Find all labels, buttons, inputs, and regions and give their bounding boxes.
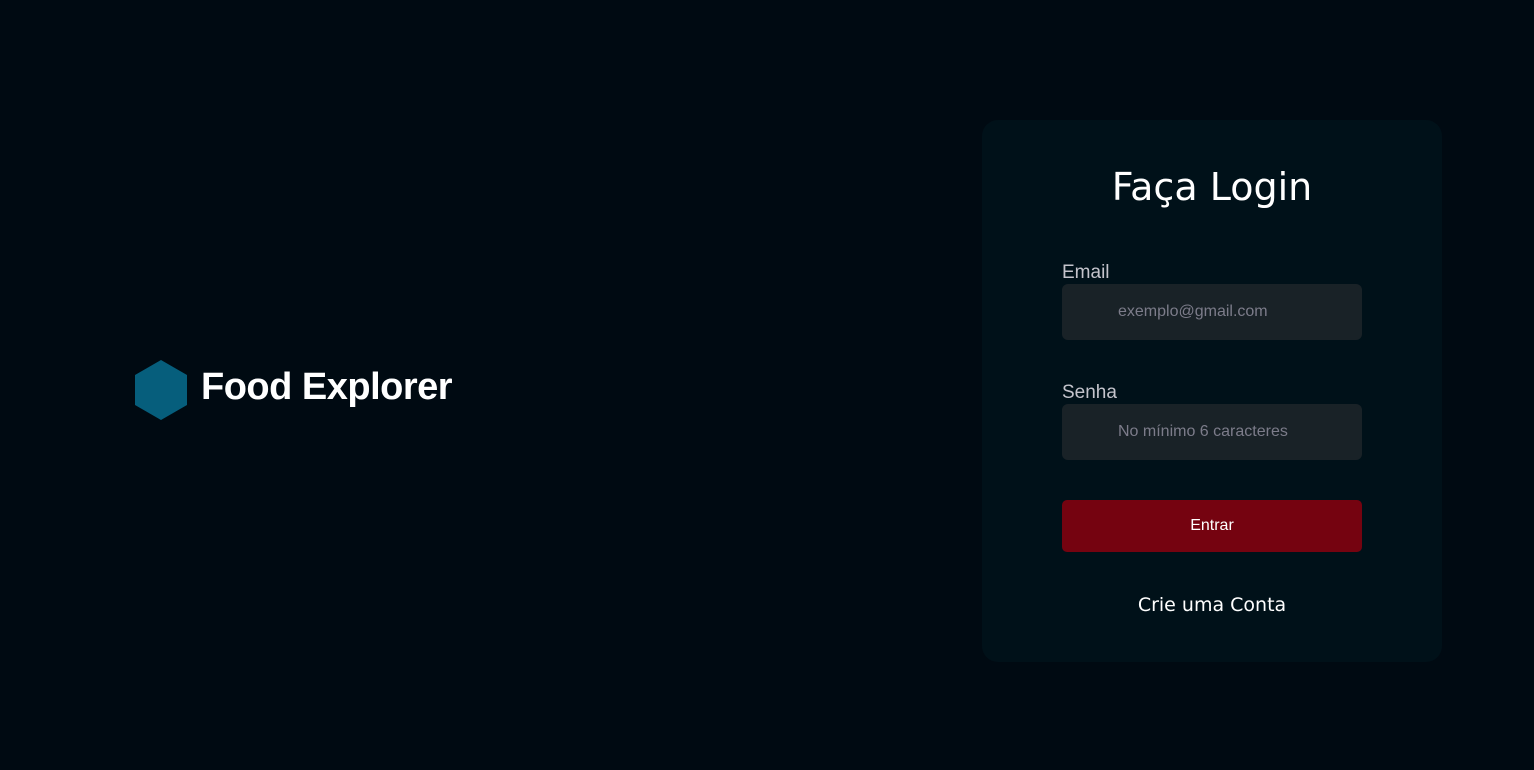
login-page: Food Explorer Faça Login Email Senha Ent…	[0, 0, 1534, 770]
password-field[interactable]	[1062, 404, 1362, 460]
password-label: Senha	[1062, 382, 1117, 403]
login-button[interactable]: Entrar	[1062, 500, 1362, 552]
brand-logo: Food Explorer	[135, 360, 453, 420]
login-form: Faça Login Email Senha Entrar Crie uma C…	[982, 120, 1442, 662]
email-label: Email	[1062, 262, 1110, 283]
page-title: Faça Login	[1111, 165, 1313, 209]
email-field[interactable]	[1062, 284, 1362, 340]
brand-name: Food Explorer	[201, 366, 453, 408]
create-account-link[interactable]: Crie uma Conta	[982, 596, 1442, 615]
hexagon-logo-icon	[135, 360, 187, 420]
